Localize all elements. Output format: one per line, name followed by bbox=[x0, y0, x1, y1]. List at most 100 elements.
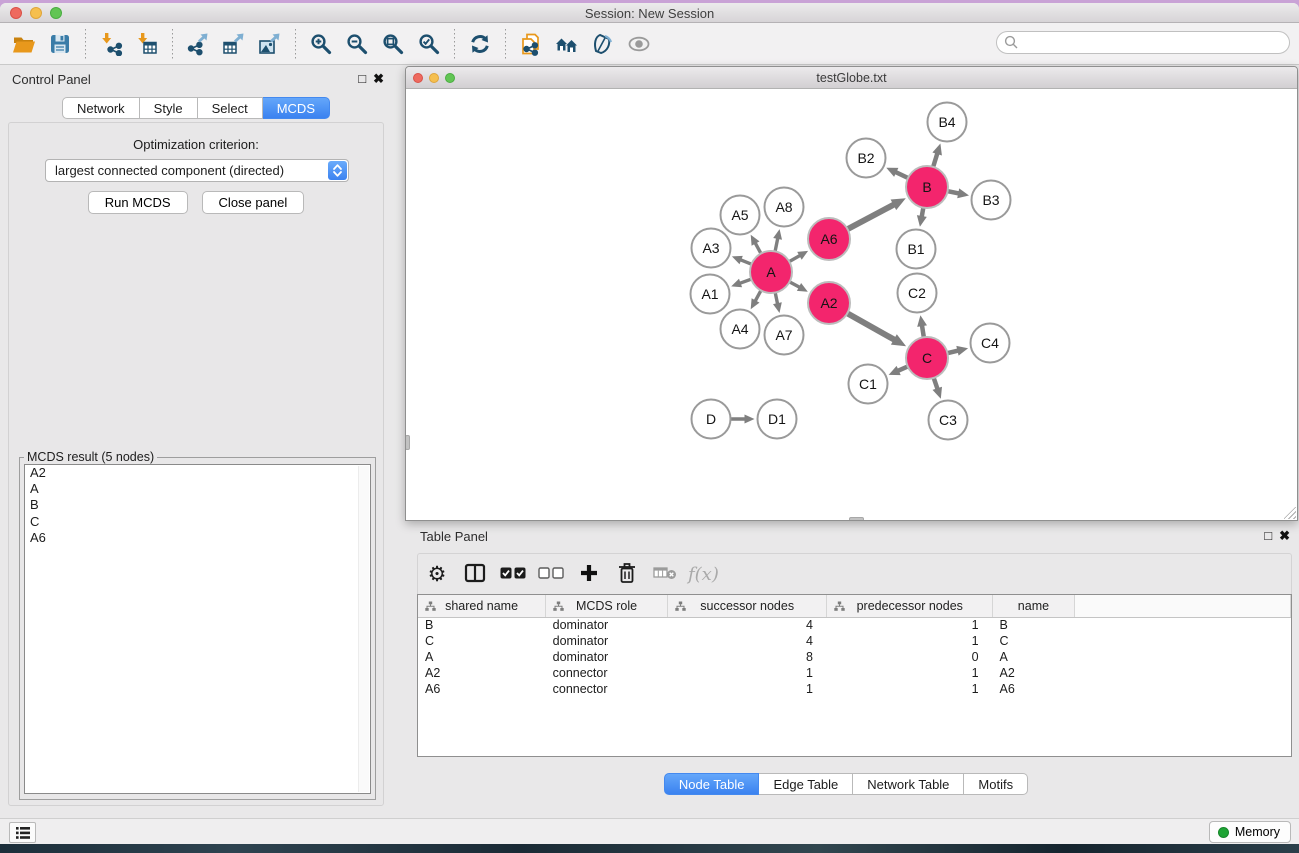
cell[interactable]: connector bbox=[546, 681, 668, 697]
cell[interactable]: dominator bbox=[546, 617, 668, 633]
open-file-button[interactable] bbox=[9, 27, 39, 61]
result-list-scrollbar[interactable] bbox=[358, 466, 369, 792]
network-canvas[interactable]: B4 B2 B B3 A8 A5 A6 A3 B1 A C2 A1 A2 bbox=[406, 89, 1297, 520]
node-B3[interactable]: B3 bbox=[972, 181, 1011, 220]
tab-mcds[interactable]: MCDS bbox=[263, 97, 330, 119]
add-row-button[interactable] bbox=[574, 556, 604, 592]
node-B4[interactable]: B4 bbox=[928, 103, 967, 142]
cell[interactable]: 1 bbox=[827, 665, 993, 681]
clone-network-button[interactable] bbox=[516, 27, 546, 61]
cell[interactable]: A6 bbox=[418, 681, 546, 697]
cell[interactable]: A bbox=[418, 649, 546, 665]
zoom-in-button[interactable] bbox=[306, 27, 336, 61]
result-item-a[interactable]: A bbox=[25, 481, 370, 497]
result-item-b[interactable]: B bbox=[25, 497, 370, 513]
result-item-a6[interactable]: A6 bbox=[25, 530, 370, 546]
cell[interactable]: 1 bbox=[827, 633, 993, 649]
export-image-button[interactable] bbox=[255, 27, 285, 61]
table-row-b[interactable]: Bdominator41B bbox=[418, 617, 1291, 633]
node-A7[interactable]: A7 bbox=[765, 316, 804, 355]
select-all-button[interactable] bbox=[498, 556, 528, 592]
node-B[interactable]: B bbox=[906, 166, 948, 208]
node-D[interactable]: D bbox=[692, 400, 731, 439]
tab-style[interactable]: Style bbox=[140, 97, 198, 119]
cell[interactable]: A2 bbox=[993, 665, 1075, 681]
import-network-button[interactable] bbox=[96, 27, 126, 61]
zoom-selected-button[interactable] bbox=[414, 27, 444, 61]
table-row-a6[interactable]: A6connector11A6 bbox=[418, 681, 1291, 697]
cell[interactable]: 1 bbox=[827, 681, 993, 697]
table-row-c[interactable]: Cdominator41C bbox=[418, 633, 1291, 649]
node-A4[interactable]: A4 bbox=[721, 310, 760, 349]
node-C2[interactable]: C2 bbox=[898, 274, 937, 313]
zoom-fit-button[interactable] bbox=[378, 27, 408, 61]
node-C4[interactable]: C4 bbox=[971, 324, 1010, 363]
node-D1[interactable]: D1 bbox=[758, 400, 797, 439]
node-B2[interactable]: B2 bbox=[847, 139, 886, 178]
tab-network[interactable]: Network bbox=[62, 97, 140, 119]
node-C3[interactable]: C3 bbox=[929, 401, 968, 440]
refresh-layout-button[interactable] bbox=[465, 27, 495, 61]
column-header-successor-nodes[interactable]: successor nodes bbox=[667, 595, 827, 617]
cell[interactable]: 1 bbox=[827, 617, 993, 633]
birds-eye-view-button[interactable] bbox=[624, 27, 654, 61]
node-A[interactable]: A bbox=[750, 251, 792, 293]
home-view-button[interactable] bbox=[552, 27, 582, 61]
table-row-a2[interactable]: A2connector11A2 bbox=[418, 665, 1291, 681]
canvas-vertical-scrollbar[interactable] bbox=[406, 435, 410, 450]
table-tab-edge-table[interactable]: Edge Table bbox=[759, 773, 853, 795]
node-A3[interactable]: A3 bbox=[692, 229, 731, 268]
column-settings-button[interactable]: ⚙ bbox=[422, 556, 452, 592]
column-header-MCDS-role[interactable]: MCDS role bbox=[546, 595, 668, 617]
node-C[interactable]: C bbox=[906, 337, 948, 379]
import-table-button[interactable] bbox=[132, 27, 162, 61]
show-graphics-details-button[interactable] bbox=[588, 27, 618, 61]
column-header-predecessor-nodes[interactable]: predecessor nodes bbox=[827, 595, 993, 617]
deselect-all-button[interactable] bbox=[536, 556, 566, 592]
cell[interactable]: dominator bbox=[546, 633, 668, 649]
canvas-horizontal-scrollbar[interactable] bbox=[849, 517, 864, 520]
cell[interactable]: 1 bbox=[667, 681, 827, 697]
cell[interactable]: A2 bbox=[418, 665, 546, 681]
zoom-out-button[interactable] bbox=[342, 27, 372, 61]
tab-select[interactable]: Select bbox=[198, 97, 263, 119]
float-panel-icon[interactable]: □ bbox=[358, 71, 366, 86]
node-B1[interactable]: B1 bbox=[897, 230, 936, 269]
cell[interactable]: A6 bbox=[993, 681, 1075, 697]
window-resize-grip[interactable] bbox=[1284, 507, 1296, 519]
table-row-a[interactable]: Adominator80A bbox=[418, 649, 1291, 665]
table-float-panel-icon[interactable]: □ bbox=[1264, 528, 1272, 544]
delete-row-button[interactable] bbox=[612, 556, 642, 592]
cell[interactable]: 0 bbox=[827, 649, 993, 665]
result-item-a2[interactable]: A2 bbox=[25, 465, 370, 481]
node-A8[interactable]: A8 bbox=[765, 188, 804, 227]
save-session-button[interactable] bbox=[45, 27, 75, 61]
split-view-button[interactable] bbox=[460, 556, 490, 592]
task-history-button[interactable] bbox=[9, 822, 36, 843]
cell[interactable]: A bbox=[993, 649, 1075, 665]
cell[interactable]: C bbox=[993, 633, 1075, 649]
node-A5[interactable]: A5 bbox=[721, 196, 760, 235]
cell[interactable]: B bbox=[993, 617, 1075, 633]
table-tab-network-table[interactable]: Network Table bbox=[853, 773, 964, 795]
node-C1[interactable]: C1 bbox=[849, 365, 888, 404]
run-mcds-button[interactable]: Run MCDS bbox=[88, 191, 188, 214]
node-A6[interactable]: A6 bbox=[808, 218, 850, 260]
result-item-c[interactable]: C bbox=[25, 514, 370, 530]
export-table-button[interactable] bbox=[219, 27, 249, 61]
export-network-button[interactable] bbox=[183, 27, 213, 61]
node-A1[interactable]: A1 bbox=[691, 275, 730, 314]
cell[interactable]: 4 bbox=[667, 633, 827, 649]
cell[interactable]: connector bbox=[546, 665, 668, 681]
table-tab-motifs[interactable]: Motifs bbox=[964, 773, 1028, 795]
cell[interactable]: 8 bbox=[667, 649, 827, 665]
memory-button[interactable]: Memory bbox=[1209, 821, 1291, 843]
cell[interactable]: 1 bbox=[667, 665, 827, 681]
search-input[interactable] bbox=[996, 31, 1290, 54]
column-header-name[interactable]: name bbox=[993, 595, 1075, 617]
cell[interactable]: B bbox=[418, 617, 546, 633]
close-panel-button[interactable]: Close panel bbox=[202, 191, 305, 214]
table-tab-node-table[interactable]: Node Table bbox=[664, 773, 760, 795]
criterion-dropdown[interactable]: largest connected component (directed) bbox=[45, 159, 349, 182]
close-panel-icon[interactable]: ✖ bbox=[373, 71, 384, 86]
